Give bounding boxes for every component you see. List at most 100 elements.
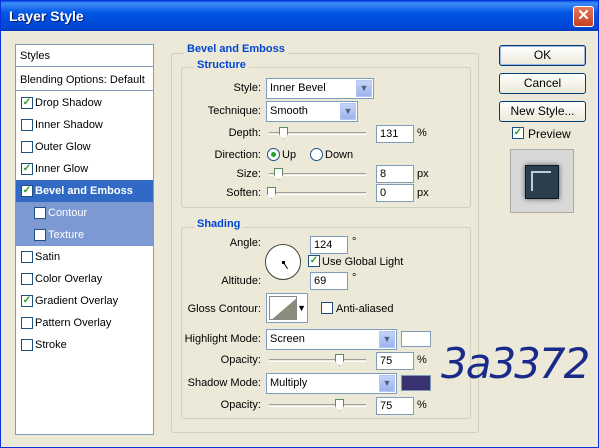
anti-aliased-label: Anti-aliased [336,303,394,315]
highlight-color-swatch[interactable] [401,331,431,347]
shadow-opacity-slider-track[interactable] [269,404,366,407]
style-label: Style: [233,82,261,94]
style-item-label: Contour [48,207,88,219]
preview-checkbox[interactable]: ✓ [512,127,524,139]
style-item-checkbox[interactable] [21,273,33,285]
style-item-drop-shadow[interactable]: ✓ Drop Shadow [16,92,153,114]
highlight-opacity-input[interactable]: 75 [376,352,414,370]
angle-input[interactable]: 124 [310,236,348,254]
new-style-button[interactable]: New Style... [499,101,586,122]
anti-aliased-checkbox[interactable] [321,302,333,314]
shadow-mode-select[interactable]: Multiply ▼ [266,373,397,394]
style-item-checkbox[interactable]: ✓ [21,163,33,175]
blending-options-item[interactable]: Blending Options: Default [16,69,153,91]
style-item-checkbox[interactable] [21,119,33,131]
chevron-down-icon: ▼ [379,331,395,348]
style-item-checkbox[interactable] [21,317,33,329]
shadow-opacity-input[interactable]: 75 [376,397,414,415]
chevron-down-icon: ▼ [379,375,395,392]
direction-down-radio[interactable] [310,148,323,161]
style-item-texture[interactable]: Texture [16,224,153,246]
use-global-light-checkbox[interactable]: ✓ [308,255,320,267]
depth-input[interactable]: 131 [376,125,414,143]
ok-button[interactable]: OK [499,45,586,66]
style-item-label: Color Overlay [35,273,103,285]
highlight-opacity-label: Opacity: [220,354,261,366]
size-unit: px [417,168,429,180]
depth-unit: % [417,127,427,139]
style-item-satin[interactable]: Satin [16,246,153,268]
angle-label: Angle: [229,237,261,249]
soften-label: Soften: [226,187,261,199]
highlight-opacity-slider-track[interactable] [269,359,366,362]
soften-slider-track[interactable] [269,192,366,195]
handwritten-annotation: 3a3372 [441,339,590,388]
style-select[interactable]: Inner Bevel ▼ [266,78,374,99]
angle-unit: ° [352,236,357,248]
depth-label: Depth: [228,127,261,139]
style-item-inner-glow[interactable]: ✓ Inner Glow [16,158,153,180]
style-item-inner-shadow[interactable]: Inner Shadow [16,114,153,136]
angle-dial[interactable] [265,244,301,280]
shadow-opacity-unit: % [417,399,427,411]
style-item-bevel-and-emboss[interactable]: ✓ Bevel and Emboss [16,180,153,202]
style-select-value: Inner Bevel [270,82,326,94]
gloss-contour-preview [269,296,297,320]
technique-select[interactable]: Smooth ▼ [266,101,358,122]
direction-up-radio[interactable] [267,148,280,161]
soften-input[interactable]: 0 [376,184,414,202]
direction-up-label: Up [282,149,297,161]
altitude-unit: ° [352,272,357,284]
style-item-gradient-overlay[interactable]: ✓ Gradient Overlay [16,290,153,312]
style-item-checkbox[interactable] [34,229,46,241]
style-item-checkbox[interactable]: ✓ [21,185,33,197]
highlight-mode-select[interactable]: Screen ▼ [266,329,397,350]
title-bar[interactable]: Layer Style ✕ [1,1,598,31]
style-item-label: Bevel and Emboss [35,185,133,197]
preview-swatch [525,165,559,199]
style-item-contour[interactable]: Contour [16,202,153,224]
style-item-label: Texture [48,229,85,241]
layer-style-dialog: Layer Style ✕ Styles Blending Options: D… [0,0,599,448]
style-item-color-overlay[interactable]: Color Overlay [16,268,153,290]
use-global-light-label: Use Global Light [322,256,404,268]
style-item-checkbox[interactable]: ✓ [21,97,33,109]
style-item-outer-glow[interactable]: Outer Glow [16,136,153,158]
technique-label: Technique: [207,105,261,117]
styles-header[interactable]: Styles [16,45,153,67]
highlight-mode-label: Highlight Mode: [184,333,261,345]
size-input[interactable]: 8 [376,165,414,183]
shading-title: Shading [194,218,244,230]
style-item-label: Drop Shadow [35,97,102,109]
direction-down-label: Down [325,149,354,161]
style-item-label: Gradient Overlay [35,295,119,307]
size-slider-track[interactable] [269,173,366,176]
altitude-input[interactable]: 69 [310,272,348,290]
style-item-checkbox[interactable] [21,339,33,351]
preview-label: Preview [528,127,571,141]
close-button[interactable]: ✕ [573,6,594,27]
structure-title: Structure [194,59,249,71]
style-item-label: Inner Glow [35,163,89,175]
cancel-button[interactable]: Cancel [499,73,586,94]
style-item-label: Satin [35,251,61,263]
soften-unit: px [417,187,429,199]
style-item-pattern-overlay[interactable]: Pattern Overlay [16,312,153,334]
style-item-checkbox[interactable] [21,141,33,153]
style-item-label: Stroke [35,339,67,351]
style-item-checkbox[interactable] [34,207,46,219]
style-item-checkbox[interactable] [21,251,33,263]
highlight-opacity-unit: % [417,354,427,366]
style-item-checkbox[interactable]: ✓ [21,295,33,307]
direction-label: Direction: [214,149,261,161]
gloss-contour-picker[interactable]: ▼ [266,293,308,323]
gloss-contour-label: Gloss Contour: [187,303,261,315]
technique-select-value: Smooth [270,105,308,117]
contour-curve [270,297,296,319]
style-item-stroke[interactable]: Stroke [16,334,153,356]
altitude-label: Altitude: [221,275,261,287]
chevron-down-icon: ▼ [356,80,372,97]
shadow-color-swatch[interactable] [401,375,431,391]
style-preview [510,149,574,213]
shadow-mode-label: Shadow Mode: [187,377,261,389]
